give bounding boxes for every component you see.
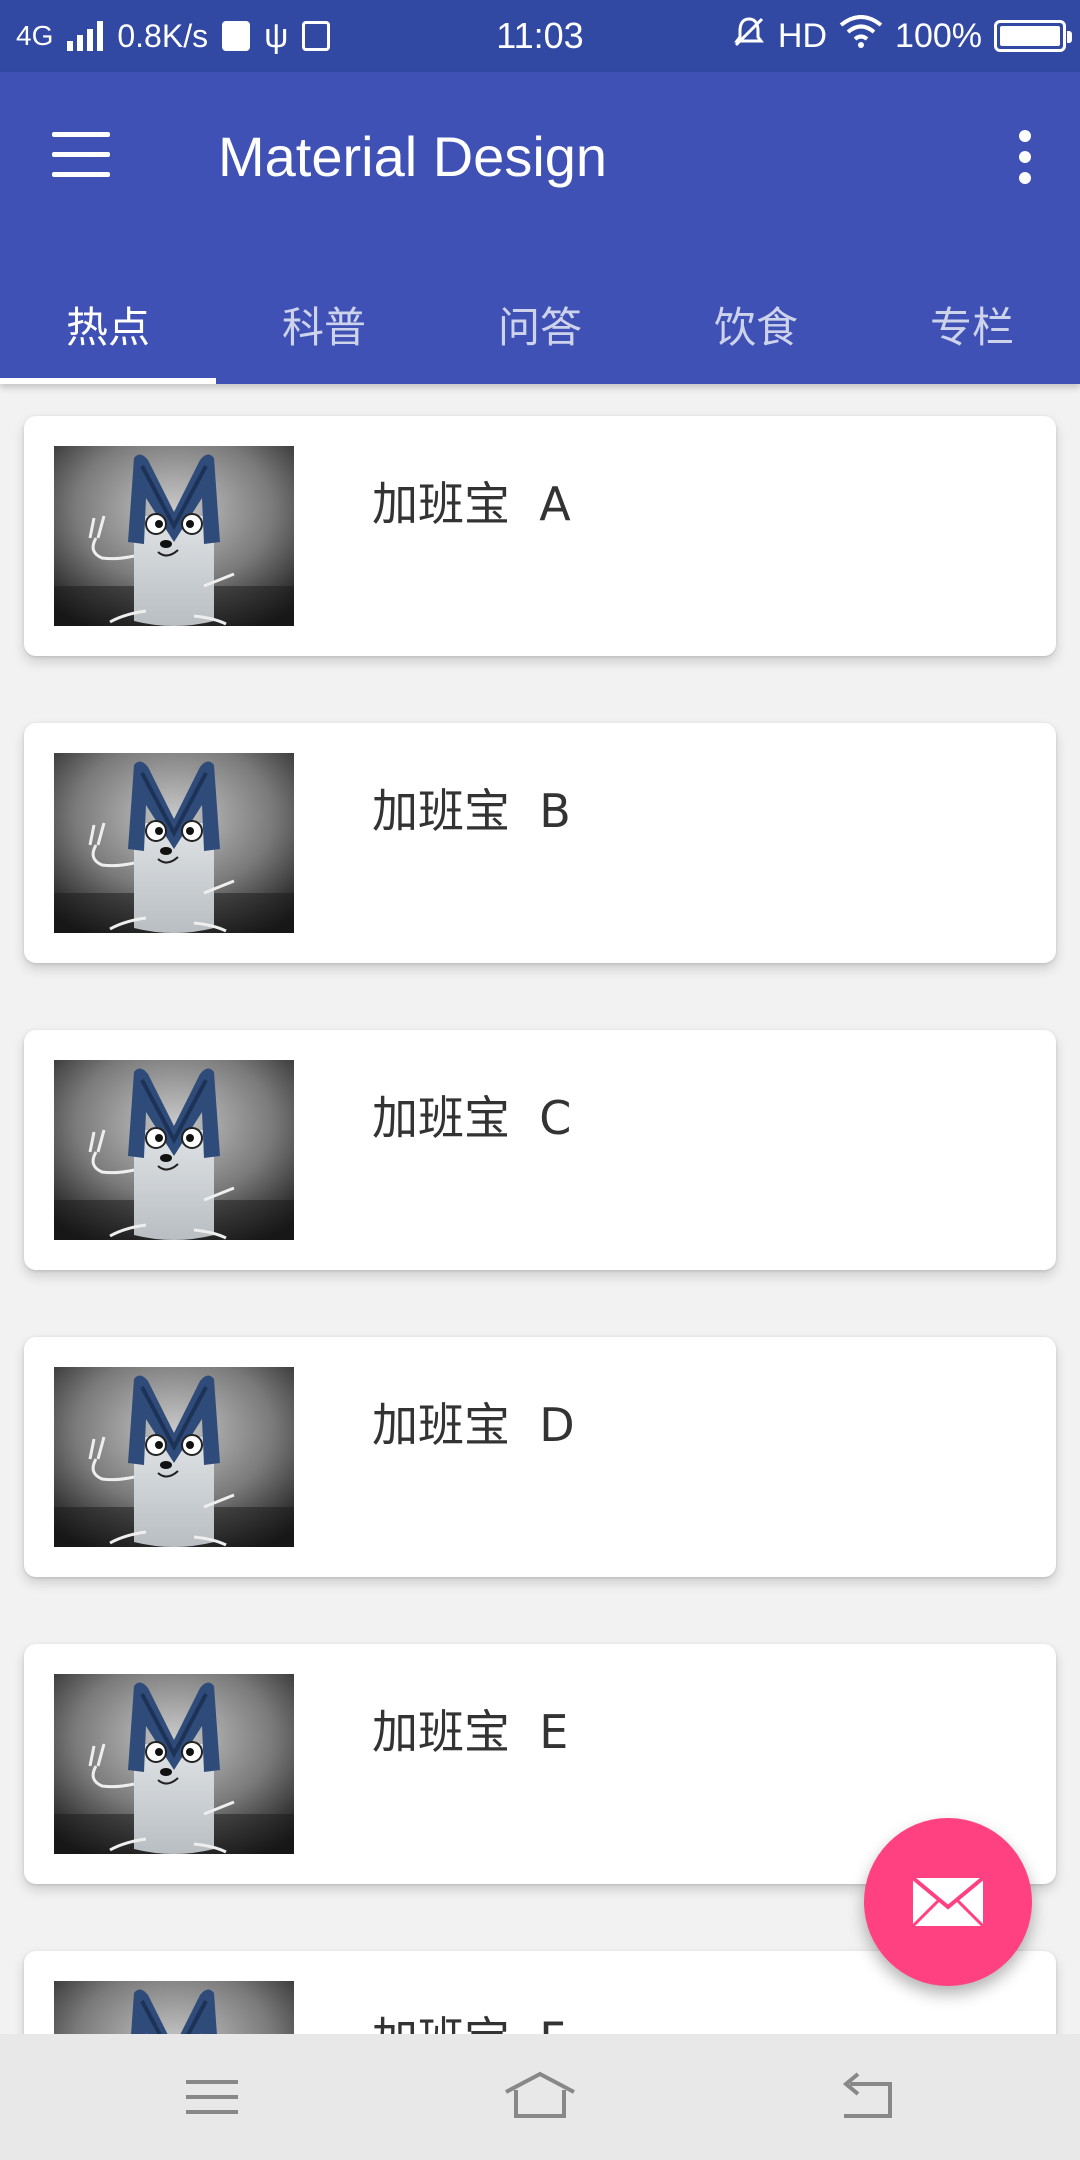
home-icon[interactable] <box>500 2064 580 2130</box>
item-title: 加班宝 B <box>372 784 571 838</box>
article-list[interactable]: 加班宝 A 加班宝 B 加班宝 C 加班宝 D 加班宝 E 加班宝 F <box>0 384 1080 2034</box>
tab-hot[interactable]: 热点 <box>0 272 216 384</box>
tab-bar: 热点 科普 问答 饮食 专栏 <box>0 272 1080 384</box>
system-nav-bar <box>0 2034 1080 2160</box>
hd-indicator: HD <box>777 16 828 55</box>
battery-percent: 100% <box>895 16 982 55</box>
item-title: 加班宝 F <box>372 2003 566 2034</box>
tab-food[interactable]: 饮食 <box>648 272 864 384</box>
item-title: 加班宝 A <box>372 477 571 531</box>
thumbnail-image <box>54 1674 294 1854</box>
tab-column[interactable]: 专栏 <box>864 272 1080 384</box>
tab-qa[interactable]: 问答 <box>432 272 648 384</box>
back-icon[interactable] <box>828 2064 908 2130</box>
thumbnail-image <box>54 1060 294 1240</box>
hamburger-menu-icon[interactable] <box>52 132 112 178</box>
thumbnail-image <box>54 1981 294 2034</box>
status-bar: 4G 0.8K/s ψ 11:03 HD 100% <box>0 0 1080 72</box>
thumbnail-image <box>54 446 294 626</box>
list-item[interactable]: 加班宝 D <box>24 1337 1056 1577</box>
compose-mail-button[interactable] <box>864 1818 1032 1986</box>
list-item[interactable]: 加班宝 B <box>24 723 1056 963</box>
item-title: 加班宝 E <box>372 1705 569 1759</box>
app-title: Material Design <box>218 125 608 188</box>
mail-icon <box>911 1876 985 1928</box>
tab-science[interactable]: 科普 <box>216 272 432 384</box>
more-vert-icon[interactable] <box>1010 130 1040 184</box>
mute-alarm-icon <box>732 15 766 58</box>
thumbnail-image <box>54 753 294 933</box>
item-title: 加班宝 C <box>372 1091 572 1145</box>
battery-icon <box>994 20 1072 52</box>
list-item[interactable]: 加班宝 C <box>24 1030 1056 1270</box>
item-title: 加班宝 D <box>372 1398 575 1452</box>
list-item[interactable]: 加班宝 A <box>24 416 1056 656</box>
app-bar: Material Design 热点 科普 问答 饮食 专栏 <box>0 72 1080 384</box>
menu-icon[interactable] <box>172 2064 252 2130</box>
wifi-icon <box>839 14 883 58</box>
thumbnail-image <box>54 1367 294 1547</box>
